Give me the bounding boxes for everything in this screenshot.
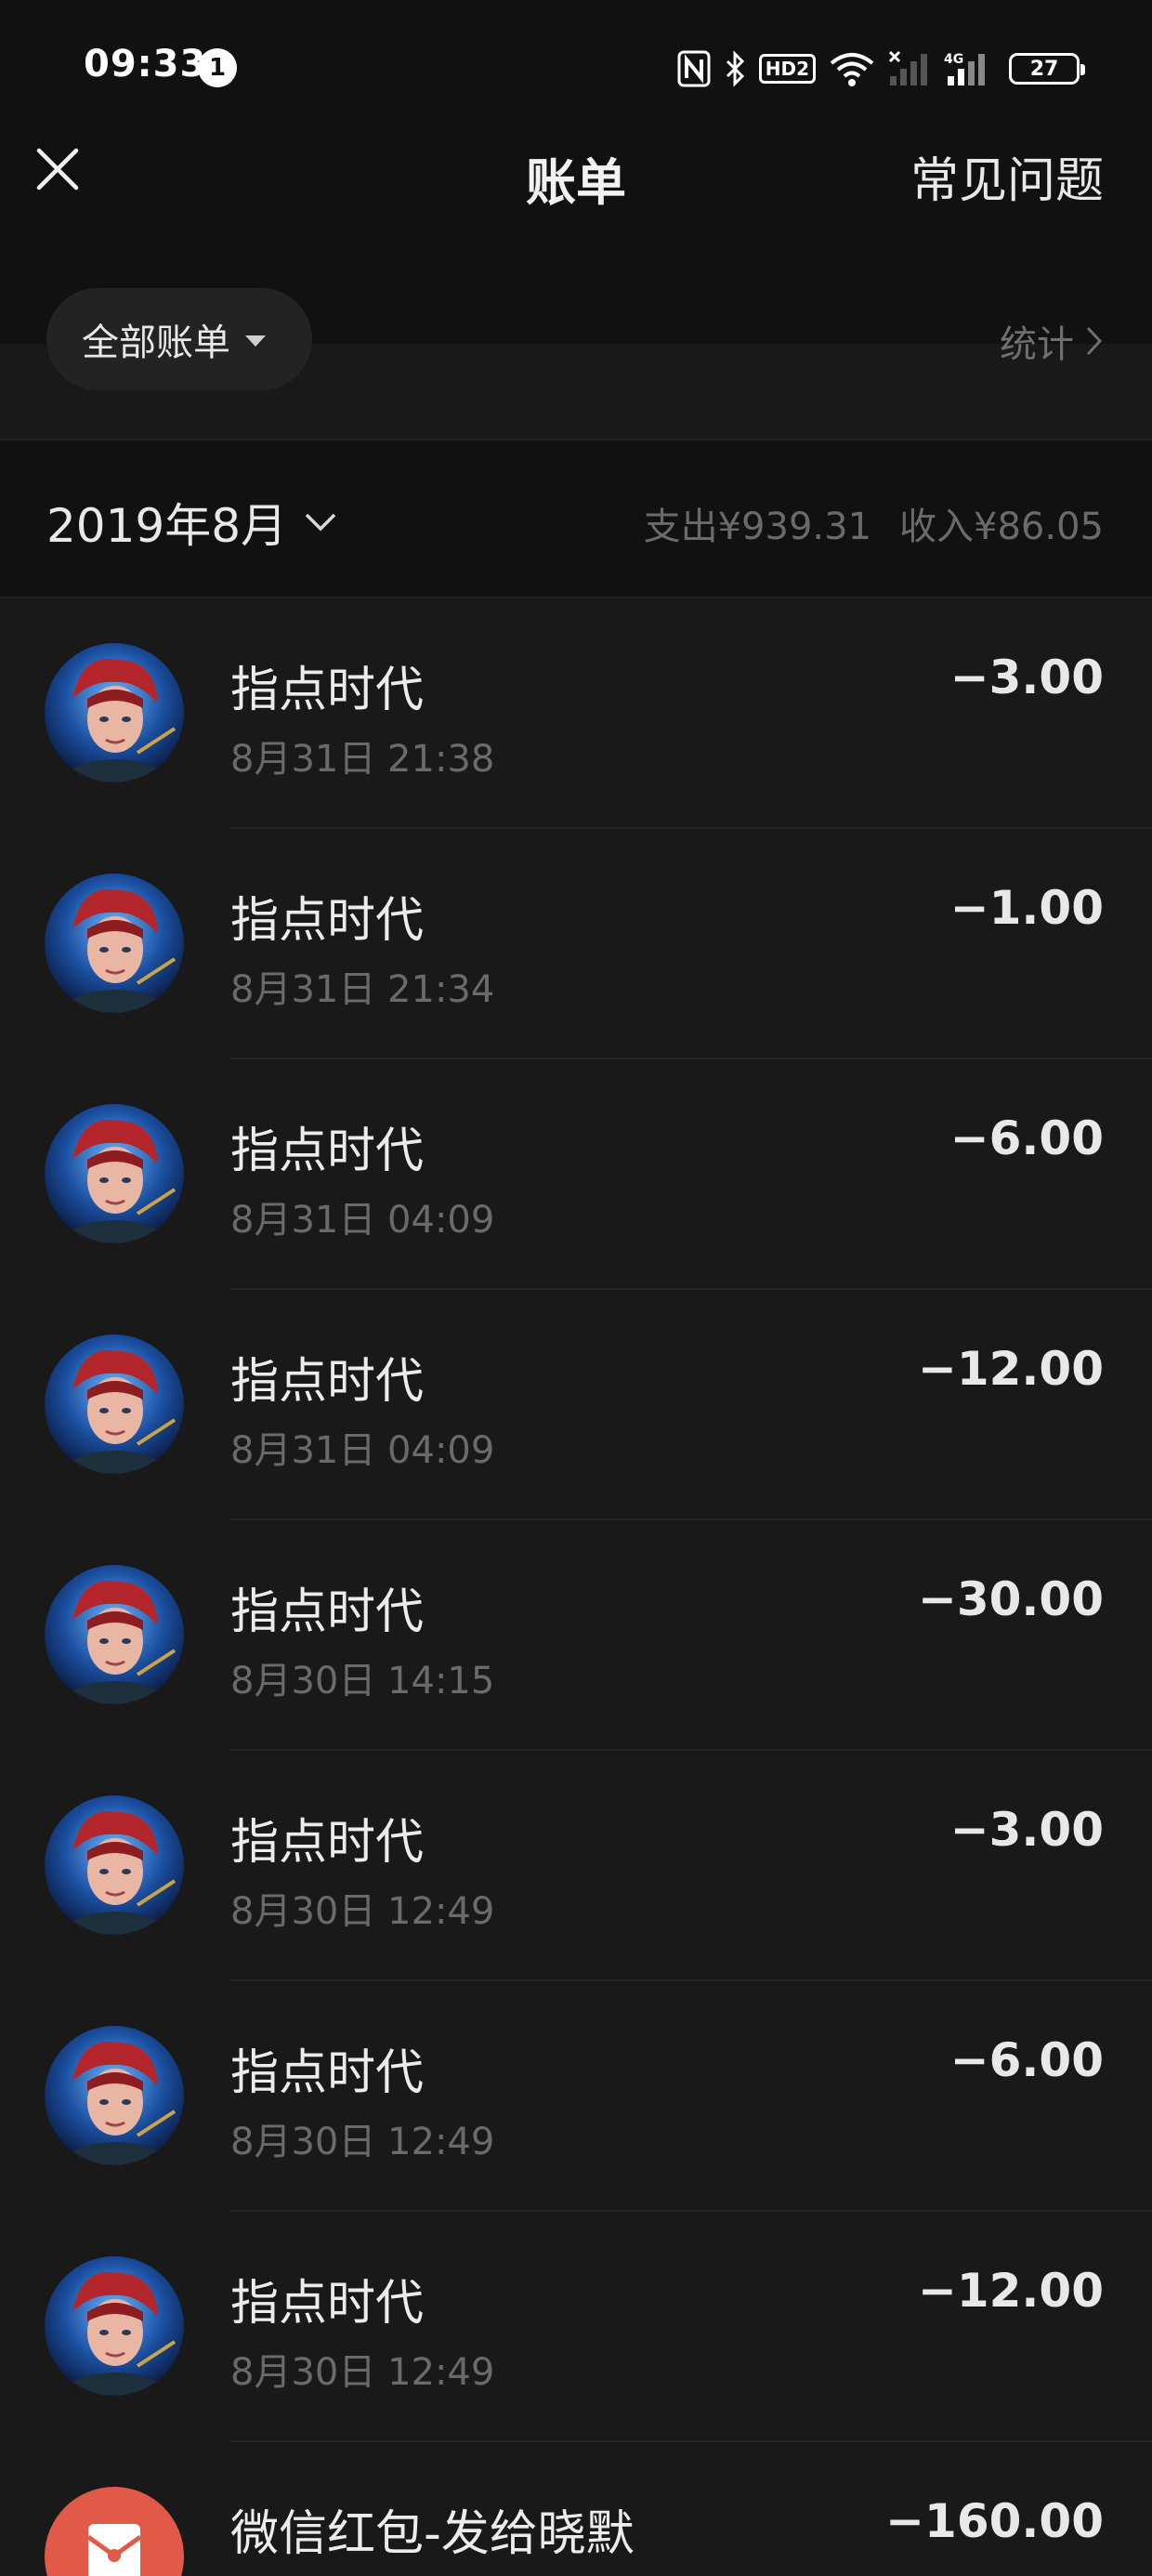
chevron-down-icon <box>305 513 336 532</box>
transaction-row[interactable]: 微信红包-发给晓默 −160.00 <box>0 2442 1152 2576</box>
stats-label: 统计 <box>1000 323 1074 366</box>
game-avatar <box>45 2026 184 2165</box>
battery-icon: 27 <box>1009 53 1085 85</box>
network-type-label: 4G <box>944 52 963 67</box>
game-avatar <box>45 2256 184 2396</box>
status-time: 09:33 <box>84 43 207 85</box>
game-avatar <box>45 1795 184 1935</box>
transaction-amount: −30.00 <box>917 1572 1104 1626</box>
notification-badge: 1 <box>198 48 237 87</box>
transaction-name: 指点时代 <box>230 1815 425 1871</box>
transaction-name: 指点时代 <box>230 2045 425 2101</box>
transaction-row[interactable]: 指点时代 8月30日 12:49 −3.00 <box>0 1751 1152 1981</box>
transaction-amount: −6.00 <box>949 1111 1104 1165</box>
transaction-amount: −12.00 <box>917 1342 1104 1396</box>
month-summary: 支出¥939.31 收入¥86.05 <box>644 496 1104 550</box>
game-avatar <box>45 874 184 1013</box>
transaction-row[interactable]: 指点时代 8月31日 04:09 −6.00 <box>0 1059 1152 1290</box>
transaction-row[interactable]: 指点时代 8月30日 12:49 −12.00 <box>0 2212 1152 2442</box>
faq-link[interactable]: 常见问题 <box>910 141 1104 211</box>
transaction-amount: −6.00 <box>949 2033 1104 2087</box>
nfc-icon <box>677 50 711 87</box>
transaction-row[interactable]: 指点时代 8月31日 21:38 −3.00 <box>0 598 1152 829</box>
transaction-row[interactable]: 指点时代 8月31日 04:09 −12.00 <box>0 1290 1152 1520</box>
transaction-list: 指点时代 8月31日 21:38 −3.00 指点时代 8月31日 21:34 … <box>0 598 1152 2576</box>
transaction-name: 指点时代 <box>230 1354 425 1410</box>
game-avatar <box>45 1565 184 1704</box>
bluetooth-icon <box>724 50 746 87</box>
expense-total: 支出¥939.31 <box>643 506 872 548</box>
transaction-row[interactable]: 指点时代 8月30日 12:49 −6.00 <box>0 1981 1152 2212</box>
transaction-time: 8月30日 12:49 <box>230 2121 495 2163</box>
month-selector[interactable]: 2019年8月 <box>46 489 337 556</box>
transaction-name: 指点时代 <box>230 663 425 718</box>
transaction-amount: −12.00 <box>917 2264 1104 2318</box>
signal-weak-icon <box>888 50 931 87</box>
income-total: 收入¥86.05 <box>899 506 1104 548</box>
header: 账单 常见问题 全部账单 统计 <box>0 93 1152 390</box>
transaction-amount: −160.00 <box>885 2494 1104 2548</box>
signal-4g-icon: 4G <box>944 50 996 87</box>
wifi-icon <box>829 50 875 87</box>
bill-page: 09:33 1 HD2 4G 27 账单 常见问题 全部账单 统计 2019年8… <box>0 0 1152 2576</box>
transaction-amount: −1.00 <box>949 881 1104 935</box>
transaction-time: 8月31日 21:34 <box>230 968 495 1011</box>
bill-filter-dropdown[interactable]: 全部账单 <box>46 288 312 390</box>
month-bar: 2019年8月 支出¥939.31 收入¥86.05 <box>0 439 1152 598</box>
status-icons: HD2 4G 27 <box>677 46 1085 91</box>
transaction-row[interactable]: 指点时代 8月30日 14:15 −30.00 <box>0 1520 1152 1751</box>
transaction-name: 指点时代 <box>230 1584 425 1640</box>
game-avatar <box>45 1104 184 1243</box>
transaction-time: 8月31日 21:38 <box>230 738 495 781</box>
transaction-time: 8月30日 14:15 <box>230 1660 495 1702</box>
transaction-name: 指点时代 <box>230 2276 425 2332</box>
transaction-time: 8月30日 12:49 <box>230 1890 495 1933</box>
battery-level: 27 <box>1029 57 1059 81</box>
transaction-name: 指点时代 <box>230 893 425 949</box>
transaction-amount: −3.00 <box>949 651 1104 704</box>
transaction-amount: −3.00 <box>949 1803 1104 1857</box>
month-label: 2019年8月 <box>46 499 288 553</box>
transaction-time: 8月31日 04:09 <box>230 1429 495 1472</box>
game-avatar <box>45 1334 184 1474</box>
hd-icon: HD2 <box>758 54 816 84</box>
stats-link[interactable]: 统计 <box>1000 314 1104 368</box>
game-avatar <box>45 643 184 782</box>
transaction-time: 8月30日 12:49 <box>230 2351 495 2394</box>
bill-filter-label: 全部账单 <box>82 322 230 364</box>
red-packet-icon <box>45 2487 184 2576</box>
chevron-right-icon <box>1086 326 1103 356</box>
transaction-name: 微信红包-发给晓默 <box>230 2506 635 2562</box>
transaction-row[interactable]: 指点时代 8月31日 21:34 −1.00 <box>0 829 1152 1059</box>
transaction-time: 8月31日 04:09 <box>230 1199 495 1242</box>
transaction-name: 指点时代 <box>230 1124 425 1179</box>
caret-down-icon <box>245 335 266 347</box>
